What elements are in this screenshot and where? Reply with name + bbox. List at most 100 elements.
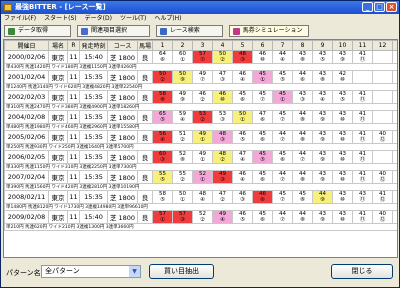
data-fetch-button[interactable]: データ取得 [4,25,72,37]
index-cell[interactable]: 46 ⑤ [232,210,253,224]
index-cell[interactable]: 47 ② [212,190,233,204]
index-cell[interactable]: 64 ⑥ [152,50,173,64]
index-cell[interactable]: 43 ⑨ [312,170,333,184]
index-cell[interactable]: 50 ② [212,50,233,64]
column-header[interactable]: 1 [152,40,173,51]
index-cell[interactable] [392,70,397,84]
index-cell[interactable]: 46 ⑩ [212,90,233,104]
index-cell[interactable] [392,50,397,64]
menu-help[interactable]: ヘルプ(H) [154,14,181,24]
chevron-down-icon[interactable]: ▼ [129,266,140,277]
index-cell[interactable]: 50 ① [232,110,253,124]
index-cell[interactable]: 43 ⑨ [312,150,333,164]
index-cell[interactable]: 45 ① [272,90,293,104]
index-cell[interactable]: 52 ② [192,210,213,224]
index-cell[interactable]: 46 ④ [232,170,253,184]
index-cell[interactable]: 43 ⑩ [332,150,353,164]
index-cell[interactable]: 50 ① [172,190,193,204]
index-cell[interactable]: 43 ⑪ [352,190,373,204]
column-header[interactable]: 8 [292,40,313,51]
table-row[interactable]: 2005/02/06 東京 11 15:35 芝 1800 良 56 ④ 51 ② 49 ① 48 ③ 46… [4,130,397,144]
index-cell[interactable]: 65 ⑤ [152,110,173,124]
index-cell[interactable]: 44 ⑨ [312,190,333,204]
index-cell[interactable]: 52 ⑧ [172,150,193,164]
index-cell[interactable]: 41 ⑪ [352,110,373,124]
index-cell[interactable] [352,70,373,84]
index-cell[interactable]: 45 ⑥ [252,210,273,224]
index-cell[interactable]: 44 ⑧ [292,110,313,124]
index-cell[interactable]: 57 ① [152,210,173,224]
index-cell[interactable] [372,110,393,124]
index-cell[interactable]: 41 ⑪ [352,150,373,164]
column-header[interactable]: コース [107,40,138,51]
index-cell[interactable]: 43 ⑧ [292,50,313,64]
index-cell[interactable] [372,50,393,64]
index-cell[interactable]: 50 ⑨ [172,70,193,84]
index-cell[interactable]: 44 ⑦ [272,170,293,184]
index-cell[interactable]: 53 ③ [212,110,233,124]
ticket-simulation-button[interactable]: 馬券シミュレーション [228,25,309,37]
index-cell[interactable]: 41 ⑪ [352,90,373,104]
column-header[interactable]: 4 [212,40,233,51]
index-cell[interactable]: 60 ③ [152,150,173,164]
index-cell[interactable]: 45 ⑥ [252,170,273,184]
index-cell[interactable]: 46 ⑩ [252,50,273,64]
index-cell[interactable]: 44 ⑥ [292,70,313,84]
index-cell[interactable]: 57 ③ [172,210,193,224]
index-cell[interactable]: 48 ② [212,150,233,164]
column-header[interactable]: 開催日 [4,40,49,51]
index-cell[interactable]: 43 ⑩ [332,210,353,224]
index-cell[interactable]: 43 ⑩ [332,110,353,124]
index-cell[interactable]: 43 ③ [292,90,313,104]
menu-start[interactable]: スタート(S) [44,14,77,24]
index-cell[interactable]: 45 ⑤ [252,150,273,164]
index-cell[interactable]: 50 ② [152,70,173,84]
index-cell[interactable] [392,210,397,224]
column-header[interactable]: 2 [172,40,193,51]
menu-data[interactable]: データ(D) [85,14,112,24]
index-cell[interactable]: 43 ⑨ [312,110,333,124]
index-cell[interactable]: 40 ⑫ [372,210,393,224]
index-cell[interactable]: 43 ⑨ [312,130,333,144]
index-cell[interactable]: 55 ⑤ [152,170,173,184]
column-header[interactable]: 馬場 [137,40,153,51]
related-items-button[interactable]: 関連項目選択 [77,25,151,37]
race-grid[interactable]: 開催日場名R発走時刻コース馬場12345678910111213 2000/02… [3,39,398,258]
pattern-select[interactable]: 全パターン ▼ [41,265,141,278]
index-cell[interactable]: 43 ⑨ [312,210,333,224]
index-cell[interactable]: 45 ⑦ [252,90,273,104]
index-cell[interactable]: 55 ② [172,170,193,184]
index-cell[interactable]: 45 ⑦ [272,190,293,204]
index-cell[interactable]: 43 ⑩ [332,130,353,144]
column-header[interactable]: 3 [192,40,213,51]
index-cell[interactable]: 56 ④ [152,130,173,144]
index-cell[interactable] [372,70,393,84]
index-cell[interactable]: 58 ⑧ [152,90,173,104]
index-cell[interactable]: 46 ③ [232,190,253,204]
index-cell[interactable]: 43 ⑩ [332,190,353,204]
index-cell[interactable]: 49 ③ [212,170,233,184]
index-cell[interactable]: 44 ⑧ [292,130,313,144]
index-cell[interactable]: 44 ⑦ [292,150,313,164]
index-cell[interactable]: 41 ⑪ [352,130,373,144]
index-cell[interactable]: 45 ⑤ [272,70,293,84]
column-header[interactable]: 10 [332,40,353,51]
index-cell[interactable] [392,150,397,164]
index-cell[interactable]: 48 ③ [232,50,253,64]
index-cell[interactable]: 44 ④ [272,50,293,64]
table-row[interactable]: 2004/02/08 東京 11 15:35 芝 1800 良 65 ⑤ 59 ④ 53 ② 53 ③ 50… [4,110,397,124]
index-cell[interactable]: 48 ④ [192,190,213,204]
index-cell[interactable]: 43 ⑤ [332,90,353,104]
extract-bets-button[interactable]: 買い目抽出 [149,264,214,279]
index-cell[interactable]: 47 ⑥ [252,110,273,124]
index-cell[interactable]: 45 ⑥ [252,130,273,144]
index-cell[interactable] [392,110,397,124]
index-cell[interactable]: 46 ⑤ [232,130,253,144]
index-cell[interactable]: 43 ⑧ [312,70,333,84]
column-header[interactable]: 11 [352,40,373,51]
index-cell[interactable]: 44 ⑦ [272,210,293,224]
menu-file[interactable]: ファイル(F) [4,14,36,24]
table-row[interactable]: 2007/02/04 東京 11 15:35 芝 1800 良 55 ⑤ 55 ② 52 ① 49 ③ 46… [4,170,397,184]
maximize-button[interactable]: □ [374,2,385,12]
index-cell[interactable]: 45 ⑧ [292,190,313,204]
